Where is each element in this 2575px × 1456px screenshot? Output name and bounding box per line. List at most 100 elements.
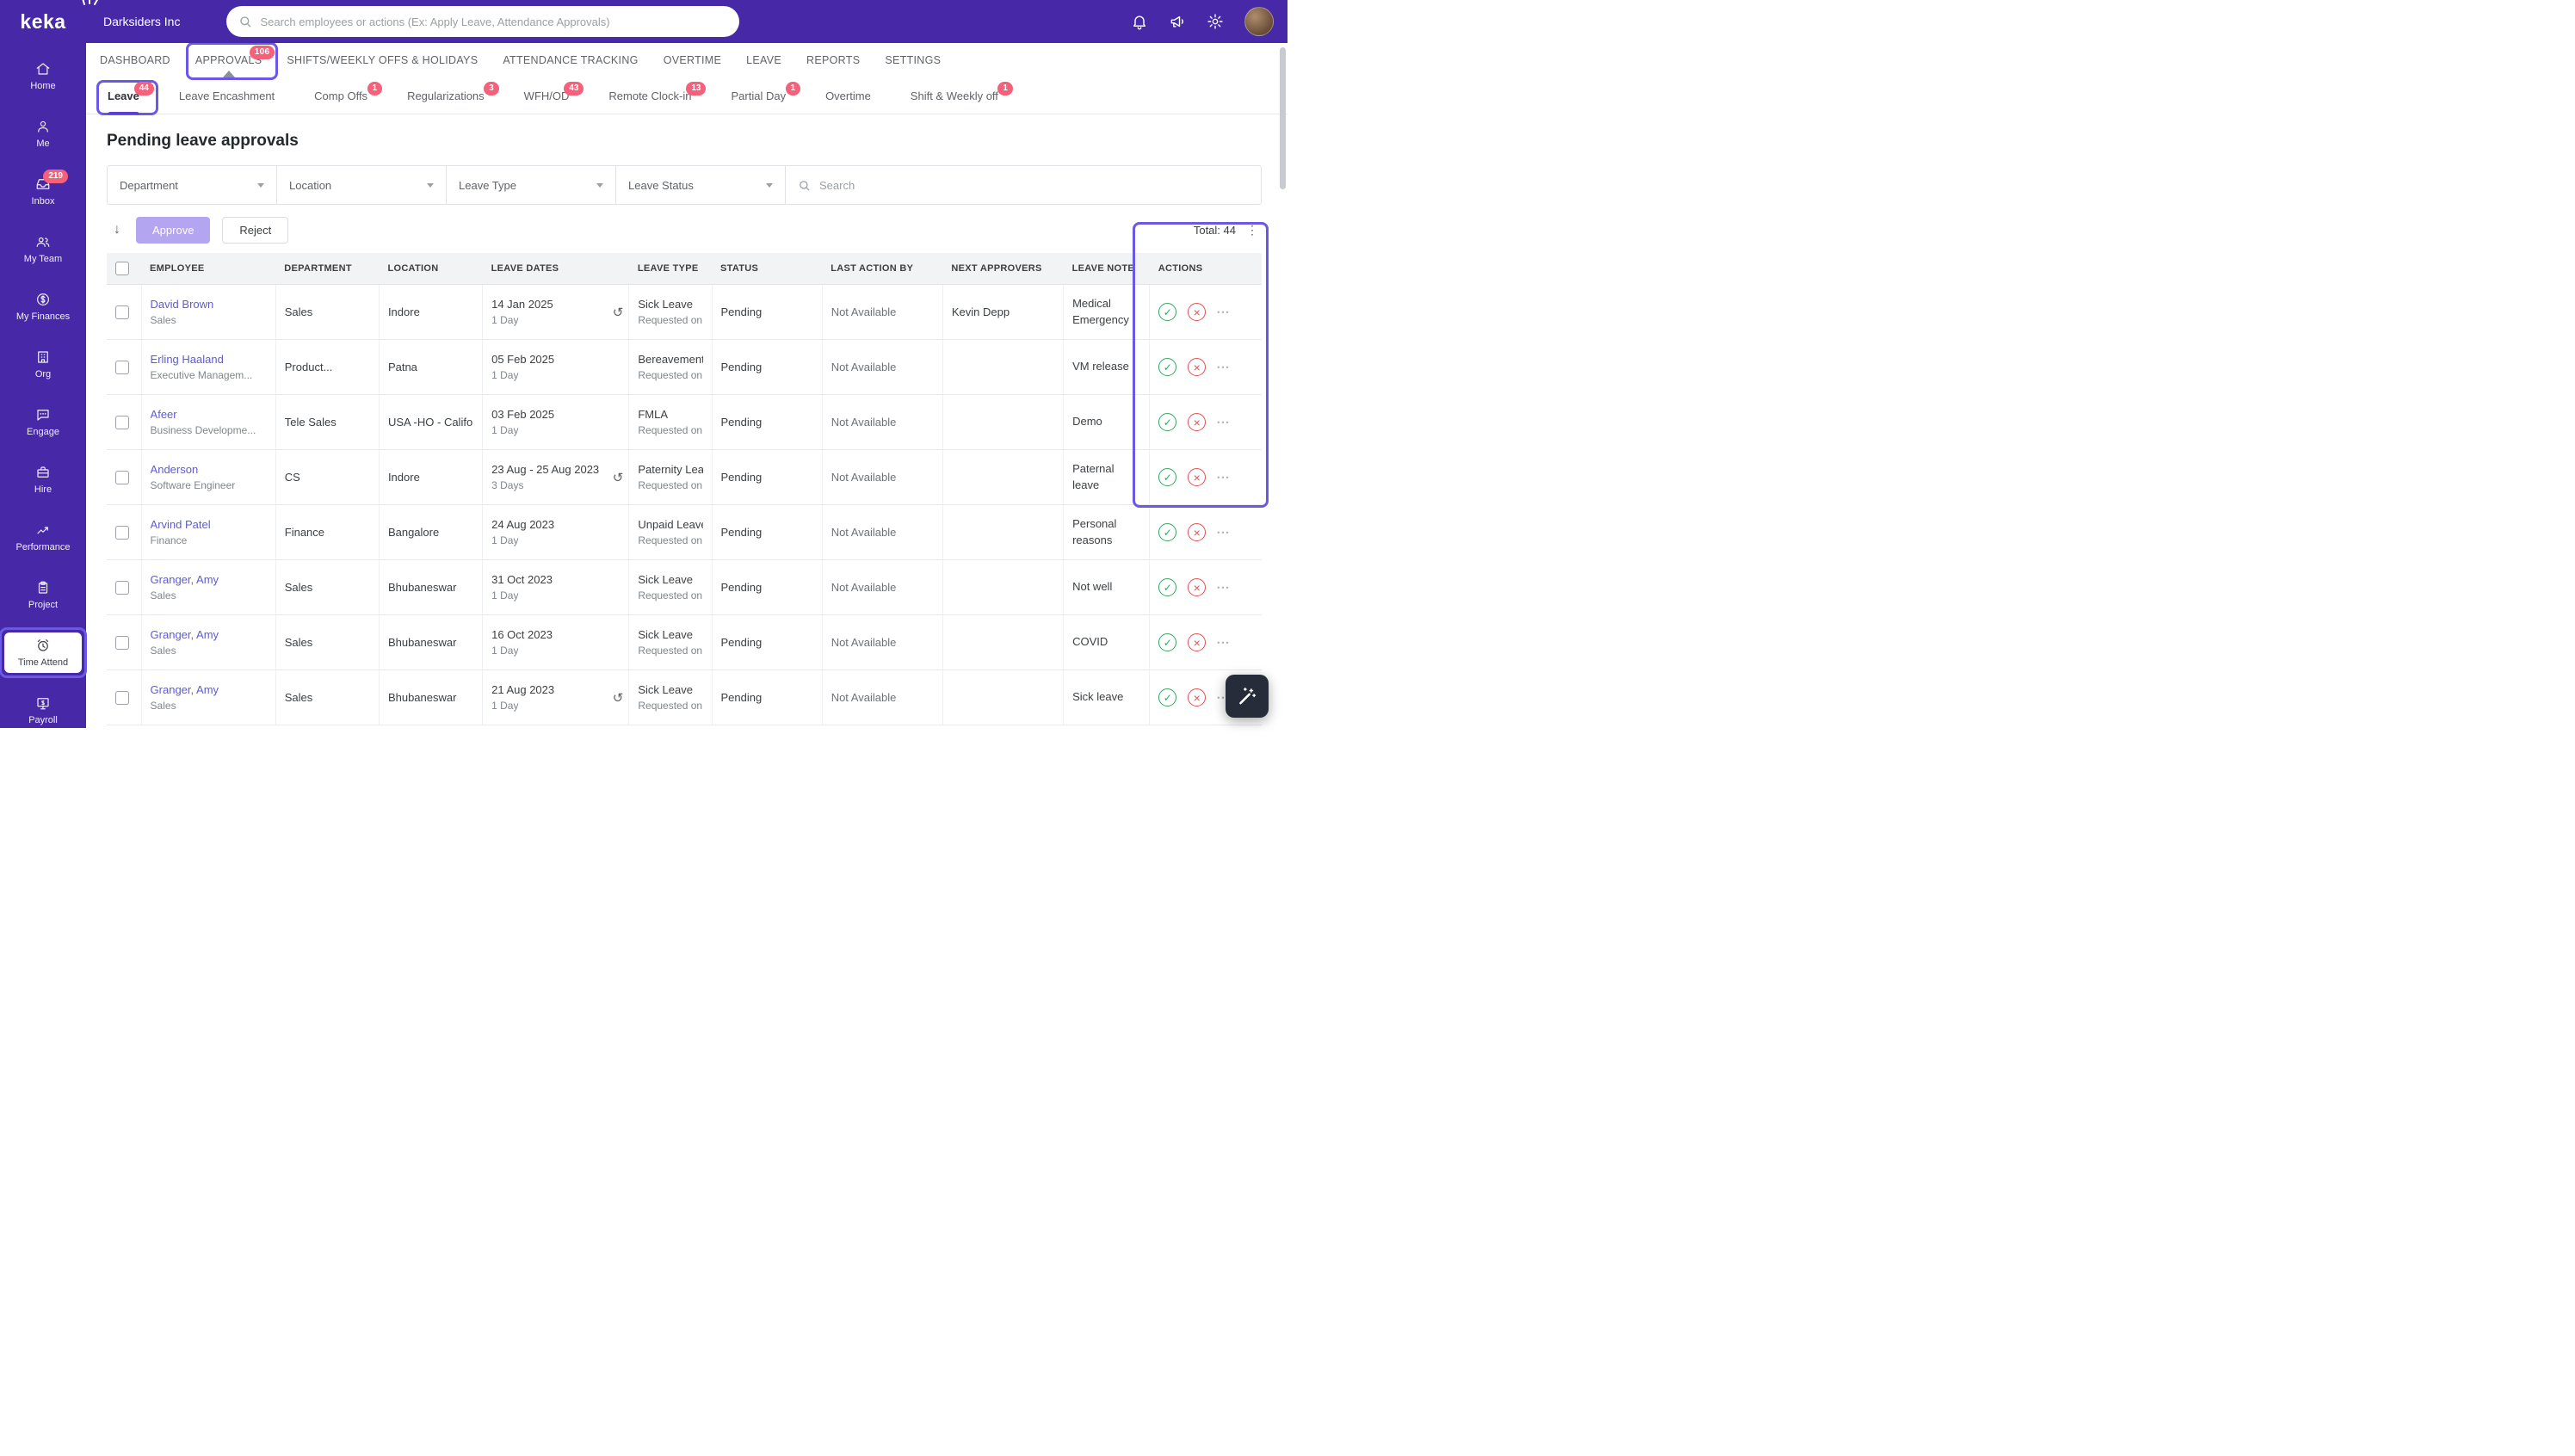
subtab-partial-day[interactable]: Partial Day 1: [731, 77, 801, 114]
subtab-leave[interactable]: Leave 44: [96, 77, 158, 115]
sidebar-item-project[interactable]: Project: [0, 566, 86, 624]
reject-row-button[interactable]: ×: [1188, 523, 1207, 541]
approve-row-button[interactable]: ✓: [1158, 303, 1177, 321]
approve-row-button[interactable]: ✓: [1158, 413, 1177, 431]
subtab-shift-weekly-off[interactable]: Shift & Weekly off 1: [911, 77, 1013, 114]
row-more-icon[interactable]: •••: [1217, 583, 1230, 592]
approve-row-button[interactable]: ✓: [1158, 633, 1177, 651]
leave-duration: 1 Day: [491, 314, 519, 326]
row-checkbox[interactable]: [115, 635, 129, 650]
employee-name-link[interactable]: Arvind Patel: [151, 518, 267, 531]
magic-wand-button[interactable]: [1226, 675, 1269, 718]
approve-row-button[interactable]: ✓: [1158, 578, 1177, 596]
tab-shifts-weekly-offs-holidays[interactable]: SHIFTS/WEEKLY OFFS & HOLIDAYS: [287, 54, 478, 66]
user-avatar[interactable]: [1244, 7, 1274, 36]
sidebar-item-performance[interactable]: Performance: [0, 509, 86, 566]
row-more-icon[interactable]: •••: [1217, 528, 1230, 537]
announcement-icon[interactable]: [1169, 13, 1186, 30]
sidebar-item-hire[interactable]: Hire: [0, 451, 86, 509]
employee-name-link[interactable]: Afeer: [151, 408, 267, 421]
sidebar-item-me[interactable]: Me: [0, 105, 86, 163]
reject-row-button[interactable]: ×: [1188, 413, 1207, 431]
row-more-icon[interactable]: •••: [1217, 363, 1230, 372]
leave-type: Bereavement: [638, 353, 703, 366]
subtab-comp-offs[interactable]: Comp Offs 1: [314, 77, 383, 114]
reject-row-button[interactable]: ×: [1188, 633, 1207, 651]
subtab-regularizations[interactable]: Regularizations 3: [407, 77, 499, 114]
table-search[interactable]: [786, 166, 1261, 204]
employee-name-link[interactable]: Granger, Amy: [151, 573, 267, 586]
row-checkbox[interactable]: [115, 415, 129, 429]
sidebar-item-time-attend[interactable]: Time Attend: [0, 624, 87, 682]
sidebar-item-my-finances[interactable]: My Finances: [0, 278, 86, 336]
sidebar-item-home[interactable]: Home: [0, 47, 86, 105]
sidebar-item-org[interactable]: Org: [0, 336, 86, 393]
location-filter[interactable]: Location: [277, 166, 447, 204]
employee-role: Sales: [150, 314, 176, 326]
row-checkbox[interactable]: [115, 525, 129, 540]
sidebar-item-payroll[interactable]: Payroll: [0, 682, 86, 739]
filter-bar: Department Location Leave Type Leave Sta…: [107, 165, 1262, 205]
approve-button[interactable]: Approve: [136, 216, 211, 244]
reject-button[interactable]: Reject: [222, 216, 289, 244]
chevron-down-icon: [257, 182, 264, 188]
reject-row-button[interactable]: ×: [1188, 468, 1207, 486]
row-more-icon[interactable]: •••: [1217, 418, 1230, 427]
subtab-overtime[interactable]: Overtime: [825, 77, 871, 114]
vertical-scrollbar[interactable]: [1280, 47, 1286, 189]
sidebar-item-engage[interactable]: Engage: [0, 393, 86, 451]
approve-row-button[interactable]: ✓: [1158, 688, 1177, 706]
tab-approvals[interactable]: APPROVALS 106: [185, 42, 278, 80]
table-search-input[interactable]: [819, 178, 1249, 192]
select-all-checkbox[interactable]: [115, 262, 129, 275]
col-location: LOCATION: [379, 253, 483, 285]
reject-row-button[interactable]: ×: [1188, 303, 1207, 321]
leave-type-filter[interactable]: Leave Type: [447, 166, 616, 204]
employee-name-link[interactable]: David Brown: [151, 298, 267, 311]
row-checkbox[interactable]: [115, 470, 129, 484]
global-search-input[interactable]: [260, 15, 728, 28]
tab-dashboard[interactable]: DASHBOARD: [100, 54, 170, 66]
last-action-by-cell: Not Available: [831, 416, 897, 429]
tab-leave[interactable]: LEAVE: [746, 54, 781, 66]
sidebar-item-my-team[interactable]: My Team: [0, 220, 86, 278]
sidebar-item-label: Me: [36, 139, 50, 149]
row-checkbox[interactable]: [115, 690, 129, 705]
search-icon: [800, 180, 810, 190]
row-checkbox[interactable]: [115, 580, 129, 595]
row-checkbox[interactable]: [115, 305, 129, 319]
row-more-icon[interactable]: •••: [1217, 473, 1230, 482]
employee-name-link[interactable]: Anderson: [151, 463, 267, 476]
subtab-remote-clock-in[interactable]: Remote Clock-in 13: [608, 77, 707, 114]
employee-role: Software Engineer: [150, 479, 236, 491]
kebab-menu-icon[interactable]: ⋮: [1246, 223, 1258, 238]
employee-name-link[interactable]: Erling Haaland: [151, 353, 267, 366]
employee-name-link[interactable]: Granger, Amy: [151, 683, 267, 696]
subtab-wfh-od[interactable]: WFH/OD 43: [524, 77, 584, 114]
global-search[interactable]: [226, 6, 740, 37]
row-more-icon[interactable]: •••: [1217, 639, 1230, 647]
reject-row-button[interactable]: ×: [1188, 688, 1207, 706]
approve-row-button[interactable]: ✓: [1158, 358, 1177, 376]
col-next-approvers: NEXT APPROVERS: [942, 253, 1064, 285]
gear-icon[interactable]: [1207, 13, 1224, 30]
approve-row-button[interactable]: ✓: [1158, 523, 1177, 541]
leave-status-filter[interactable]: Leave Status: [616, 166, 786, 204]
approve-row-button[interactable]: ✓: [1158, 468, 1177, 486]
row-checkbox[interactable]: [115, 360, 129, 374]
keka-logo[interactable]: keka: [0, 0, 99, 43]
subtab-leave-encashment[interactable]: Leave Encashment: [179, 77, 275, 114]
bell-icon[interactable]: [1131, 13, 1148, 30]
leave-dates: 05 Feb 2025: [491, 353, 555, 366]
tab-reports[interactable]: REPORTS: [806, 54, 860, 66]
tab-overtime[interactable]: OVERTIME: [664, 54, 721, 66]
sidebar-item-inbox[interactable]: 219 Inbox: [0, 163, 86, 220]
department-filter[interactable]: Department: [108, 166, 277, 204]
row-more-icon[interactable]: •••: [1217, 308, 1230, 317]
tab-attendance-tracking[interactable]: ATTENDANCE TRACKING: [503, 54, 638, 66]
employee-name-link[interactable]: Granger, Amy: [151, 628, 267, 641]
reject-row-button[interactable]: ×: [1188, 358, 1207, 376]
sort-icon[interactable]: ↓: [114, 222, 120, 238]
reject-row-button[interactable]: ×: [1188, 578, 1207, 596]
tab-settings[interactable]: SETTINGS: [885, 54, 941, 66]
